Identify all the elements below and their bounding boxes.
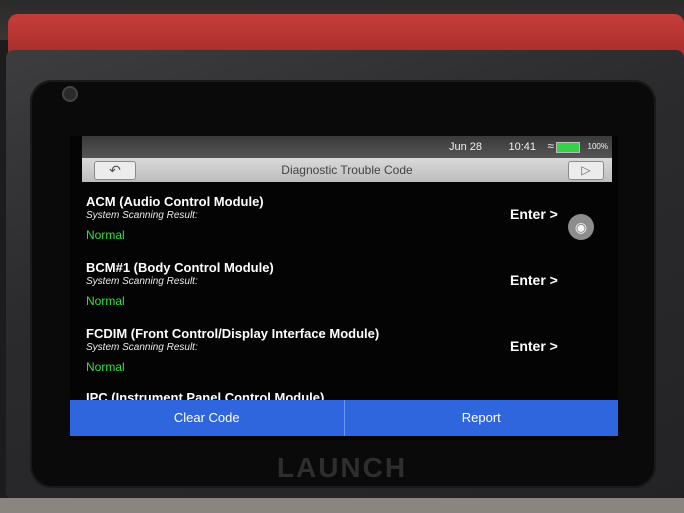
module-sub-label: System Scanning Result: <box>86 276 198 287</box>
device-screen: Jun 28 10:41 ≈ 100% ↶ Diagnostic Trouble… <box>70 136 618 440</box>
exit-button[interactable]: ▷ <box>568 161 604 180</box>
camera-icon: ◉ <box>574 219 588 235</box>
module-sub-label: System Scanning Result: <box>86 210 198 221</box>
status-time: 10:41 <box>508 141 536 153</box>
battery-icon <box>556 142 580 153</box>
module-list: ACM (Audio Control Module) System Scanni… <box>70 188 618 406</box>
list-item[interactable]: ACM (Audio Control Module) System Scanni… <box>70 188 618 254</box>
enter-button[interactable]: Enter > <box>510 206 558 222</box>
page-title: Diagnostic Trouble Code <box>281 163 413 177</box>
status-date: Jun 28 <box>448 141 482 153</box>
wifi-icon: ≈ <box>547 139 554 153</box>
status-bar: Jun 28 10:41 ≈ 100% <box>82 136 612 158</box>
module-sub-label: System Scanning Result: <box>86 342 198 353</box>
module-name: BCM#1 (Body Control Module) <box>86 260 274 275</box>
clear-code-button[interactable]: Clear Code <box>70 400 344 436</box>
module-result: Normal <box>86 360 125 374</box>
list-item[interactable]: FCDIM (Front Control/Display Interface M… <box>70 320 618 386</box>
action-bar: Clear Code Report <box>70 400 618 436</box>
list-item[interactable]: BCM#1 (Body Control Module) System Scann… <box>70 254 618 320</box>
title-bar: ↶ Diagnostic Trouble Code ▷ <box>82 158 612 182</box>
module-result: Normal <box>86 228 125 242</box>
module-result: Normal <box>86 294 125 308</box>
enter-button[interactable]: Enter > <box>510 338 558 354</box>
report-button[interactable]: Report <box>343 400 619 436</box>
screenshot-button[interactable]: ◉ <box>568 214 594 240</box>
battery-percent: 100% <box>587 142 608 151</box>
module-name: ACM (Audio Control Module) <box>86 194 264 209</box>
exit-icon: ▷ <box>581 163 591 177</box>
photo-surface <box>0 498 684 513</box>
enter-button[interactable]: Enter > <box>510 272 558 288</box>
brand-logo: LAUNCH <box>276 452 408 483</box>
front-camera <box>62 86 78 102</box>
module-name: FCDIM (Front Control/Display Interface M… <box>86 326 380 341</box>
